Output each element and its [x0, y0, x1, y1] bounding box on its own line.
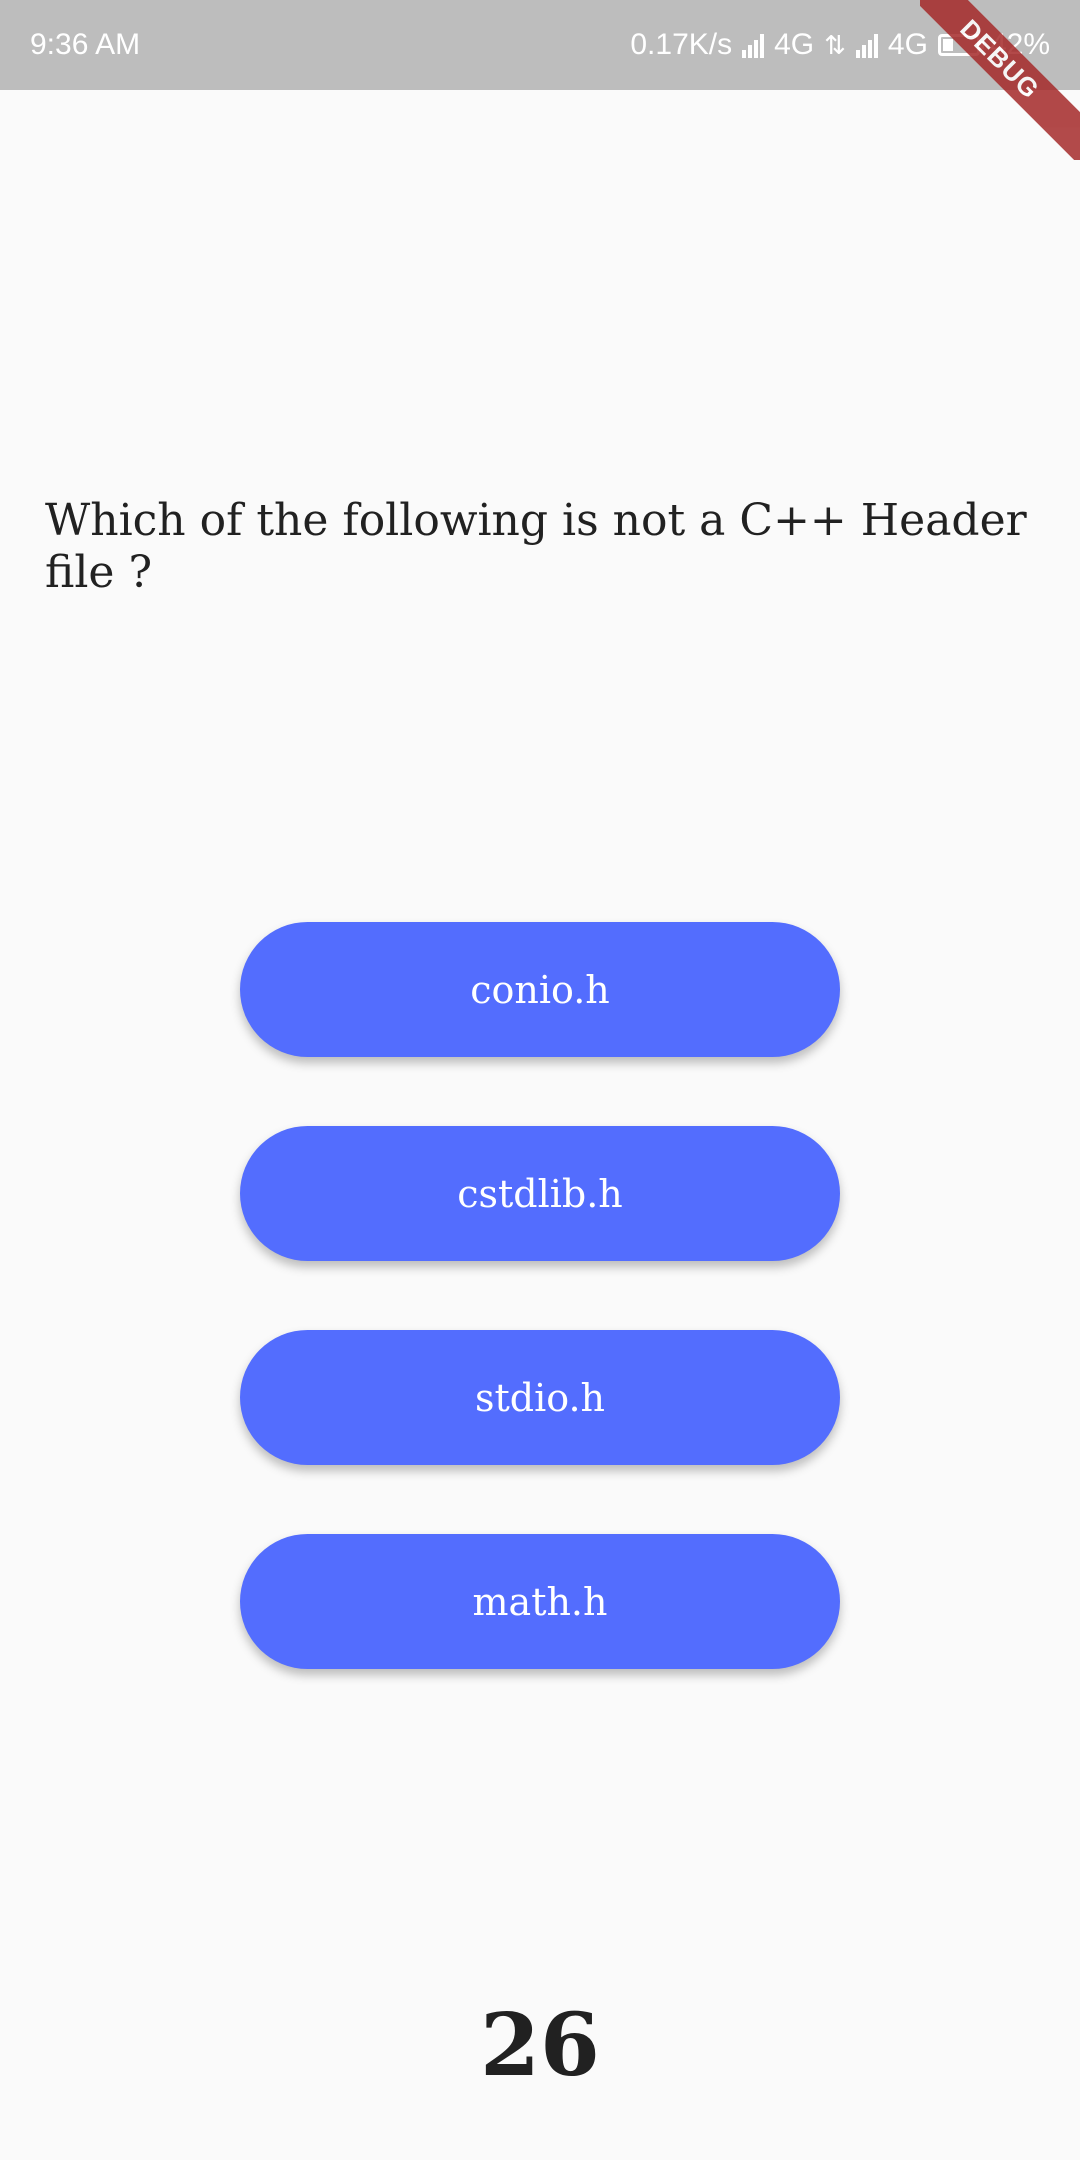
answer-options: conio.h cstdlib.h stdio.h math.h	[240, 922, 840, 1738]
network-speed: 0.17K/s	[630, 28, 733, 61]
signal-icon	[855, 32, 878, 58]
answer-button-2[interactable]: cstdlib.h	[240, 1126, 840, 1261]
answer-button-3[interactable]: stdio.h	[240, 1330, 840, 1465]
status-time: 9:36 AM	[30, 28, 141, 61]
network-type-1: 4G	[774, 28, 815, 61]
signal-icon	[742, 32, 765, 58]
battery-icon	[937, 34, 984, 56]
answer-button-1[interactable]: conio.h	[240, 922, 840, 1057]
status-icons: 0.17K/s 4G ⇅ 4G 42%	[630, 28, 1050, 62]
battery-level: 42%	[989, 28, 1050, 61]
score-counter: 26	[480, 1995, 600, 2096]
question-text: Which of the following is not a C++ Head…	[45, 495, 1027, 598]
network-type-2: 4G	[887, 28, 928, 61]
data-arrows-icon: ⇅	[824, 30, 846, 60]
answer-button-4[interactable]: math.h	[240, 1534, 840, 1669]
status-bar: 9:36 AM 0.17K/s 4G ⇅ 4G 42%	[0, 0, 1080, 90]
